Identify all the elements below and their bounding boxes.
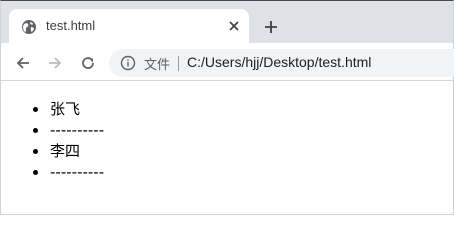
reload-button[interactable] <box>77 52 99 74</box>
globe-icon <box>21 19 37 35</box>
close-icon[interactable] <box>225 17 243 35</box>
url-text[interactable]: C:/Users/hjj/Desktop/test.html <box>187 54 371 70</box>
page-type-label: 文件 <box>144 58 171 73</box>
plus-icon <box>265 21 277 33</box>
page-content: 张飞 ---------- 李四 ---------- <box>1 82 453 216</box>
arrow-left-icon <box>16 57 29 69</box>
forward-button[interactable] <box>44 52 66 74</box>
new-tab-button[interactable] <box>260 16 282 38</box>
list-item: 李四 <box>49 141 104 162</box>
bullet-list: 张飞 ---------- 李四 ---------- <box>49 99 104 183</box>
back-button[interactable] <box>12 52 34 74</box>
arrow-right-icon <box>49 57 62 69</box>
info-icon[interactable] <box>120 55 136 71</box>
toolbar: 文件 C:/Users/hjj/Desktop/test.html <box>1 43 454 81</box>
tab-title: test.html <box>46 18 96 33</box>
list-item: ---------- <box>49 120 104 141</box>
tab-test-html[interactable]: test.html <box>9 9 249 43</box>
address-separator <box>178 56 179 71</box>
list-item: 张飞 <box>49 99 104 120</box>
address-bar[interactable]: 文件 C:/Users/hjj/Desktop/test.html <box>109 49 454 77</box>
tab-strip: test.html <box>1 1 453 43</box>
list-item: ---------- <box>49 162 104 183</box>
reload-icon <box>82 57 94 69</box>
browser-window: test.html 文件 C:/Users/hjj/Desktop/test.h… <box>0 0 454 215</box>
